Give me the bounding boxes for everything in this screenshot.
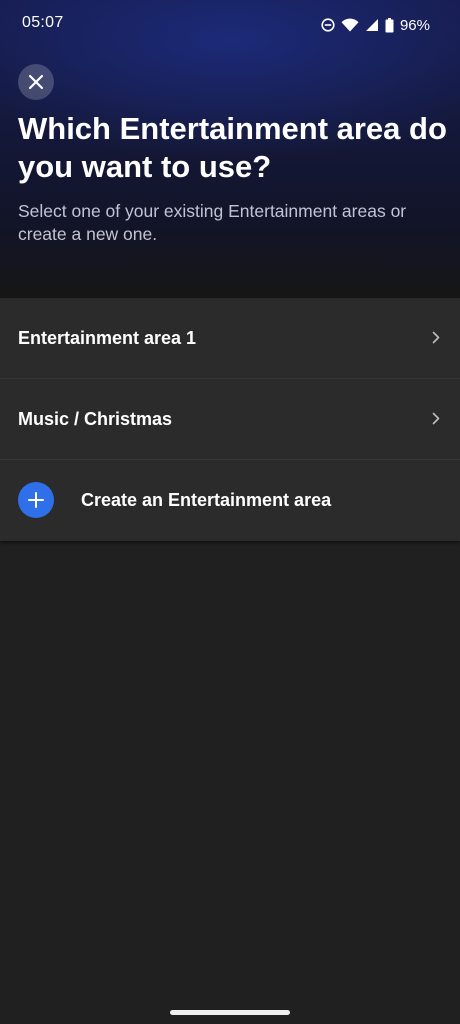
list-item-music-christmas[interactable]: Music / Christmas	[0, 379, 460, 460]
page-subtitle: Select one of your existing Entertainmen…	[18, 201, 407, 244]
do-not-disturb-icon	[321, 18, 335, 32]
cellular-signal-icon	[365, 19, 378, 31]
create-entertainment-area-button[interactable]: Create an Entertainment area	[0, 460, 460, 541]
battery-icon	[385, 17, 394, 32]
entertainment-area-list: Entertainment area 1 Music / Christmas C…	[0, 298, 460, 541]
add-icon	[18, 482, 54, 518]
list-item-entertainment-area-1[interactable]: Entertainment area 1	[0, 298, 460, 379]
page-title: Which Entertainment area do you want to …	[18, 111, 447, 184]
wifi-icon	[341, 18, 359, 32]
close-button[interactable]	[18, 64, 54, 100]
header: 05:07 96% Which Entertainment area do yo…	[0, 0, 460, 298]
status-time: 05:07	[22, 14, 64, 31]
list-item-label: Entertainment area 1	[18, 327, 197, 348]
status-bar: 05:07 96%	[0, 0, 460, 50]
status-icons: 96%	[321, 14, 430, 36]
list-item-label: Music / Christmas	[18, 408, 173, 429]
create-entertainment-area-label: Create an Entertainment area	[81, 490, 332, 510]
battery-percentage: 96%	[399, 16, 430, 34]
chevron-right-icon	[432, 412, 440, 425]
close-icon	[28, 74, 44, 90]
chevron-right-icon	[432, 331, 440, 344]
home-indicator[interactable]	[170, 1010, 290, 1015]
